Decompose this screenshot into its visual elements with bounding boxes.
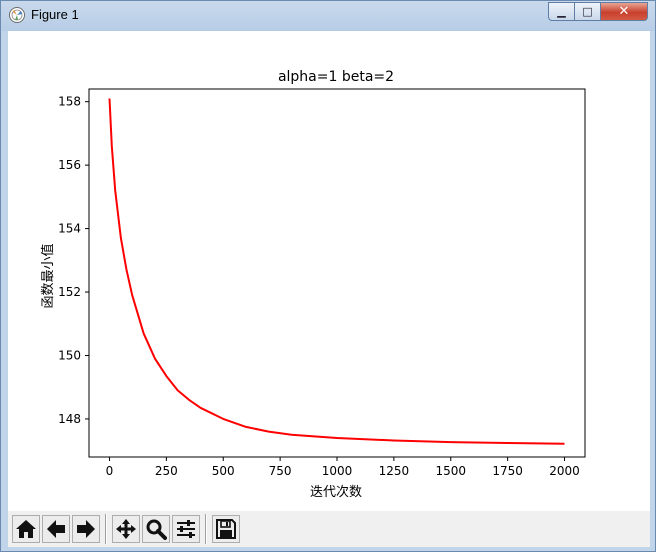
maximize-icon: □	[582, 5, 593, 18]
matplotlib-app-icon	[9, 7, 25, 23]
floppy-disk-icon	[216, 519, 236, 539]
close-button[interactable]: ✕	[601, 2, 648, 21]
y-tick-label: 150	[58, 348, 81, 362]
x-tick-label: 750	[269, 464, 292, 478]
x-tick-label: 1750	[492, 464, 523, 478]
plot-area	[88, 88, 586, 458]
figure-window: Figure 1 ▁ □ ✕ 0 250 500 750 1000 1250 1500 175…	[0, 0, 656, 552]
magnifier-icon	[146, 519, 167, 540]
figure-canvas[interactable]: 0 250 500 750 1000 1250 1500 1750 2000 148 150 152 1…	[8, 31, 650, 511]
x-tick-label: 500	[212, 464, 235, 478]
x-axis-label: 迭代次数	[310, 484, 362, 500]
back-button[interactable]	[42, 515, 70, 543]
arrow-left-icon	[47, 520, 65, 538]
title-bar[interactable]: Figure 1 ▁ □ ✕	[1, 1, 655, 31]
forward-button[interactable]	[72, 515, 100, 543]
save-button[interactable]	[212, 515, 240, 543]
maximize-button[interactable]: □	[575, 2, 601, 21]
home-button[interactable]	[12, 515, 40, 543]
window-controls: ▁ □ ✕	[548, 2, 648, 22]
x-tick-label: 1250	[379, 464, 410, 478]
x-tick-label: 0	[106, 464, 114, 478]
pan-button[interactable]	[112, 515, 140, 543]
y-tick-label: 156	[58, 158, 81, 172]
x-tick-label: 2000	[549, 464, 580, 478]
chart-title: alpha=1 beta=2	[278, 69, 394, 85]
minimize-button[interactable]: ▁	[548, 2, 575, 21]
toolbar-separator	[205, 514, 207, 544]
zoom-button[interactable]	[142, 515, 170, 543]
minimize-icon: ▁	[557, 5, 566, 18]
toolbar-separator	[105, 514, 107, 544]
close-icon: ✕	[618, 4, 630, 19]
line-chart: 0 250 500 750 1000 1250 1500 1750 2000 148 150 152 1…	[40, 69, 586, 500]
move-icon	[116, 519, 136, 539]
navigation-toolbar	[8, 511, 650, 547]
x-tick-label: 1500	[435, 464, 466, 478]
y-tick-label: 154	[58, 222, 81, 236]
sliders-icon	[177, 520, 195, 538]
x-tick-label: 1000	[322, 464, 353, 478]
home-icon	[16, 520, 36, 538]
subplots-button[interactable]	[172, 515, 200, 543]
y-tick-label: 148	[58, 412, 81, 426]
y-tick-label: 158	[58, 95, 81, 109]
y-axis-label: 函数最小值	[40, 243, 56, 308]
x-tick-label: 250	[155, 464, 178, 478]
arrow-right-icon	[77, 520, 95, 538]
window-title: Figure 1	[31, 7, 79, 22]
axes-frame	[88, 88, 586, 458]
y-tick-label: 152	[58, 285, 81, 299]
